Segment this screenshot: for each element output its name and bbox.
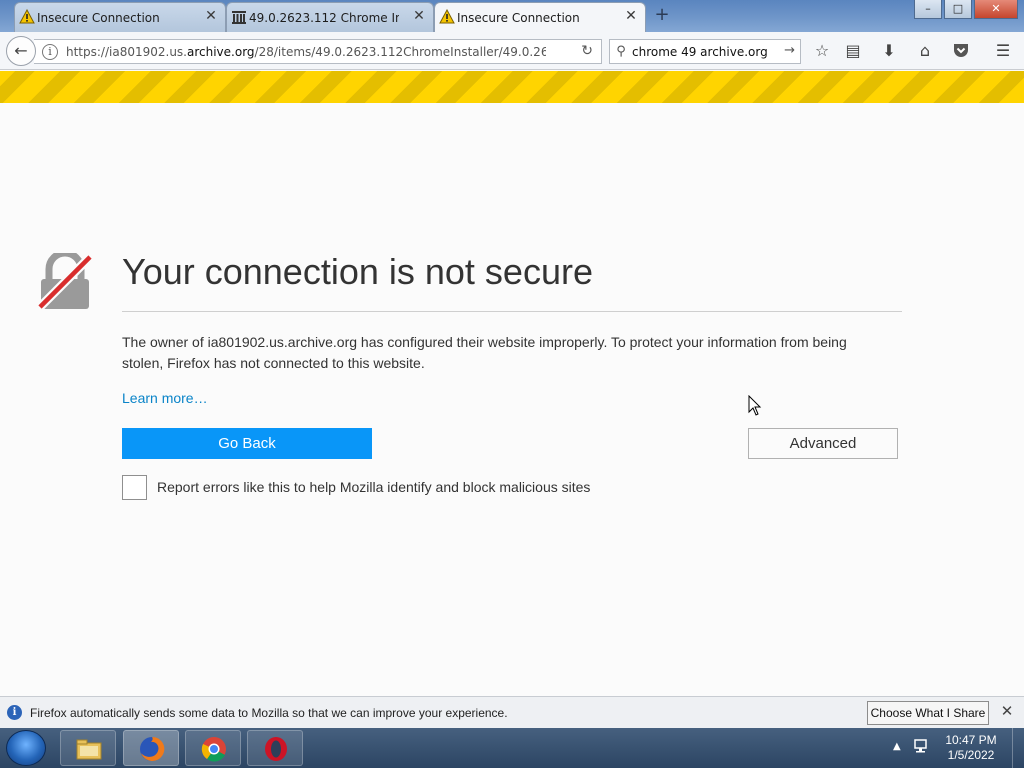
back-button[interactable]: ←: [6, 36, 36, 66]
download-icon[interactable]: ⬇: [879, 41, 899, 61]
url-bar[interactable]: i https://ia801902.us.archive.org/28/ite…: [34, 39, 602, 64]
warning-icon: [439, 9, 455, 24]
url-text[interactable]: https://ia801902.us.archive.org/28/items…: [66, 45, 546, 59]
system-clock[interactable]: 10:47 PM 1/5/2022: [940, 733, 1002, 763]
advanced-button[interactable]: Advanced: [748, 428, 898, 459]
home-icon[interactable]: ⌂: [915, 41, 935, 61]
title-divider: [122, 311, 902, 312]
data-collection-notification: i Firefox automatically sends some data …: [0, 696, 1024, 728]
url-suffix: /28/items/49.0.2623.112ChromeInstaller/4…: [254, 44, 546, 59]
search-bar[interactable]: ⚲ chrome 49 archive.org →: [609, 39, 801, 64]
window-controls: – □ ✕: [914, 0, 1018, 19]
network-icon[interactable]: [913, 738, 931, 756]
maximize-button[interactable]: □: [944, 0, 972, 19]
pocket-icon[interactable]: [951, 41, 971, 61]
tab-title: Insecure Connection: [37, 10, 160, 25]
windows-taskbar: ▲ 10:47 PM 1/5/2022: [0, 728, 1024, 768]
taskbar-file-explorer[interactable]: [60, 730, 116, 766]
close-tab-icon[interactable]: ✕: [411, 8, 427, 24]
notification-text: Firefox automatically sends some data to…: [30, 705, 508, 720]
close-tab-icon[interactable]: ✕: [623, 8, 639, 24]
url-prefix: https://ia801902.us.: [66, 44, 187, 59]
opera-icon: [265, 737, 287, 761]
tab-strip: Insecure Connection ✕ 49.0.2623.112 Chro…: [0, 0, 1024, 32]
clock-time: 10:47 PM: [945, 733, 997, 747]
firefox-icon: [140, 736, 165, 761]
site-info-icon[interactable]: i: [42, 43, 58, 60]
close-notification-icon[interactable]: ✕: [998, 703, 1016, 721]
page-title: Your connection is not secure: [122, 251, 593, 292]
tab-chrome-installer[interactable]: 49.0.2623.112 Chrome Inst... ✕: [226, 2, 434, 32]
tab-insecure-connection-active[interactable]: Insecure Connection ✕: [434, 2, 646, 32]
mouse-cursor-icon: [748, 395, 762, 416]
archive-icon: [232, 11, 246, 24]
menu-icon[interactable]: ☰: [993, 41, 1013, 61]
learn-more-link[interactable]: Learn more…: [122, 390, 208, 406]
file-explorer-icon: [76, 739, 102, 760]
taskbar-chrome[interactable]: [185, 730, 241, 766]
broken-lock-icon: [36, 253, 94, 311]
error-description: The owner of ia801902.us.archive.org has…: [122, 334, 847, 371]
close-tab-icon[interactable]: ✕: [203, 8, 219, 24]
search-icon: ⚲: [616, 44, 626, 59]
show-desktop-button[interactable]: [1012, 728, 1024, 768]
tab-title: 49.0.2623.112 Chrome Inst...: [249, 10, 399, 25]
new-tab-button[interactable]: +: [652, 5, 672, 25]
search-input[interactable]: chrome 49 archive.org: [632, 45, 768, 59]
start-button[interactable]: [6, 730, 46, 766]
error-page: Your connection is not secure The owner …: [0, 103, 1024, 696]
warning-stripe: [0, 71, 1024, 103]
warning-icon: [19, 9, 35, 24]
bookmark-star-icon[interactable]: ☆: [812, 41, 832, 61]
go-back-button[interactable]: Go Back: [122, 428, 372, 459]
tray-expand-icon[interactable]: ▲: [893, 741, 901, 752]
tab-title: Insecure Connection: [457, 10, 580, 25]
chrome-icon: [201, 737, 226, 762]
url-domain: archive.org: [187, 44, 255, 59]
search-go-icon[interactable]: →: [784, 43, 795, 58]
reading-list-icon[interactable]: ▤: [843, 41, 863, 61]
taskbar-opera[interactable]: [247, 730, 303, 766]
tab-insecure-connection-1[interactable]: Insecure Connection ✕: [14, 2, 226, 32]
taskbar-firefox[interactable]: [123, 730, 179, 766]
report-errors-label[interactable]: Report errors like this to help Mozilla …: [157, 479, 590, 495]
minimize-button[interactable]: –: [914, 0, 942, 19]
close-window-button[interactable]: ✕: [974, 0, 1018, 19]
clock-date: 1/5/2022: [947, 748, 995, 762]
reload-icon[interactable]: ↻: [581, 43, 593, 59]
navigation-toolbar: i https://ia801902.us.archive.org/28/ite…: [0, 32, 1024, 70]
info-icon: i: [7, 705, 22, 720]
report-errors-checkbox[interactable]: [122, 475, 147, 500]
choose-what-i-share-button[interactable]: Choose What I Share: [867, 701, 989, 725]
